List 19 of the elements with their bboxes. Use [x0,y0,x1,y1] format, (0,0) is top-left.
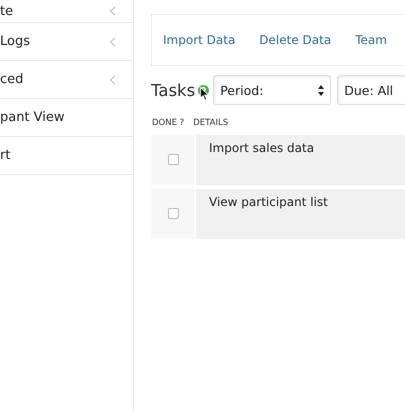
sidebar-item[interactable]: te [0,0,133,23]
sidebar-item[interactable]: ced [0,61,133,99]
sidebar-item[interactable]: pant View [0,99,133,137]
tasks-heading: Tasks [151,80,196,100]
cursor-icon [200,87,209,101]
filter-dropdown[interactable]: Due: All [337,75,405,105]
hotlink[interactable]: Team [355,33,387,47]
sidebar-item[interactable]: Logs [0,23,133,61]
checkbox[interactable] [168,208,178,218]
hotlink[interactable]: Delete Data [259,33,332,47]
task-details: View participant list [196,189,405,239]
checkbox[interactable] [168,154,178,164]
hotlink[interactable]: Import Data [163,33,236,47]
column-header: DETAILS [193,118,228,128]
column-header: DONE ? [152,118,184,128]
task-details: Import sales data [196,135,405,185]
filter-dropdown[interactable]: Period: [213,75,332,105]
spinner-icon [318,84,324,96]
sidebar-item[interactable]: rt [0,137,133,175]
